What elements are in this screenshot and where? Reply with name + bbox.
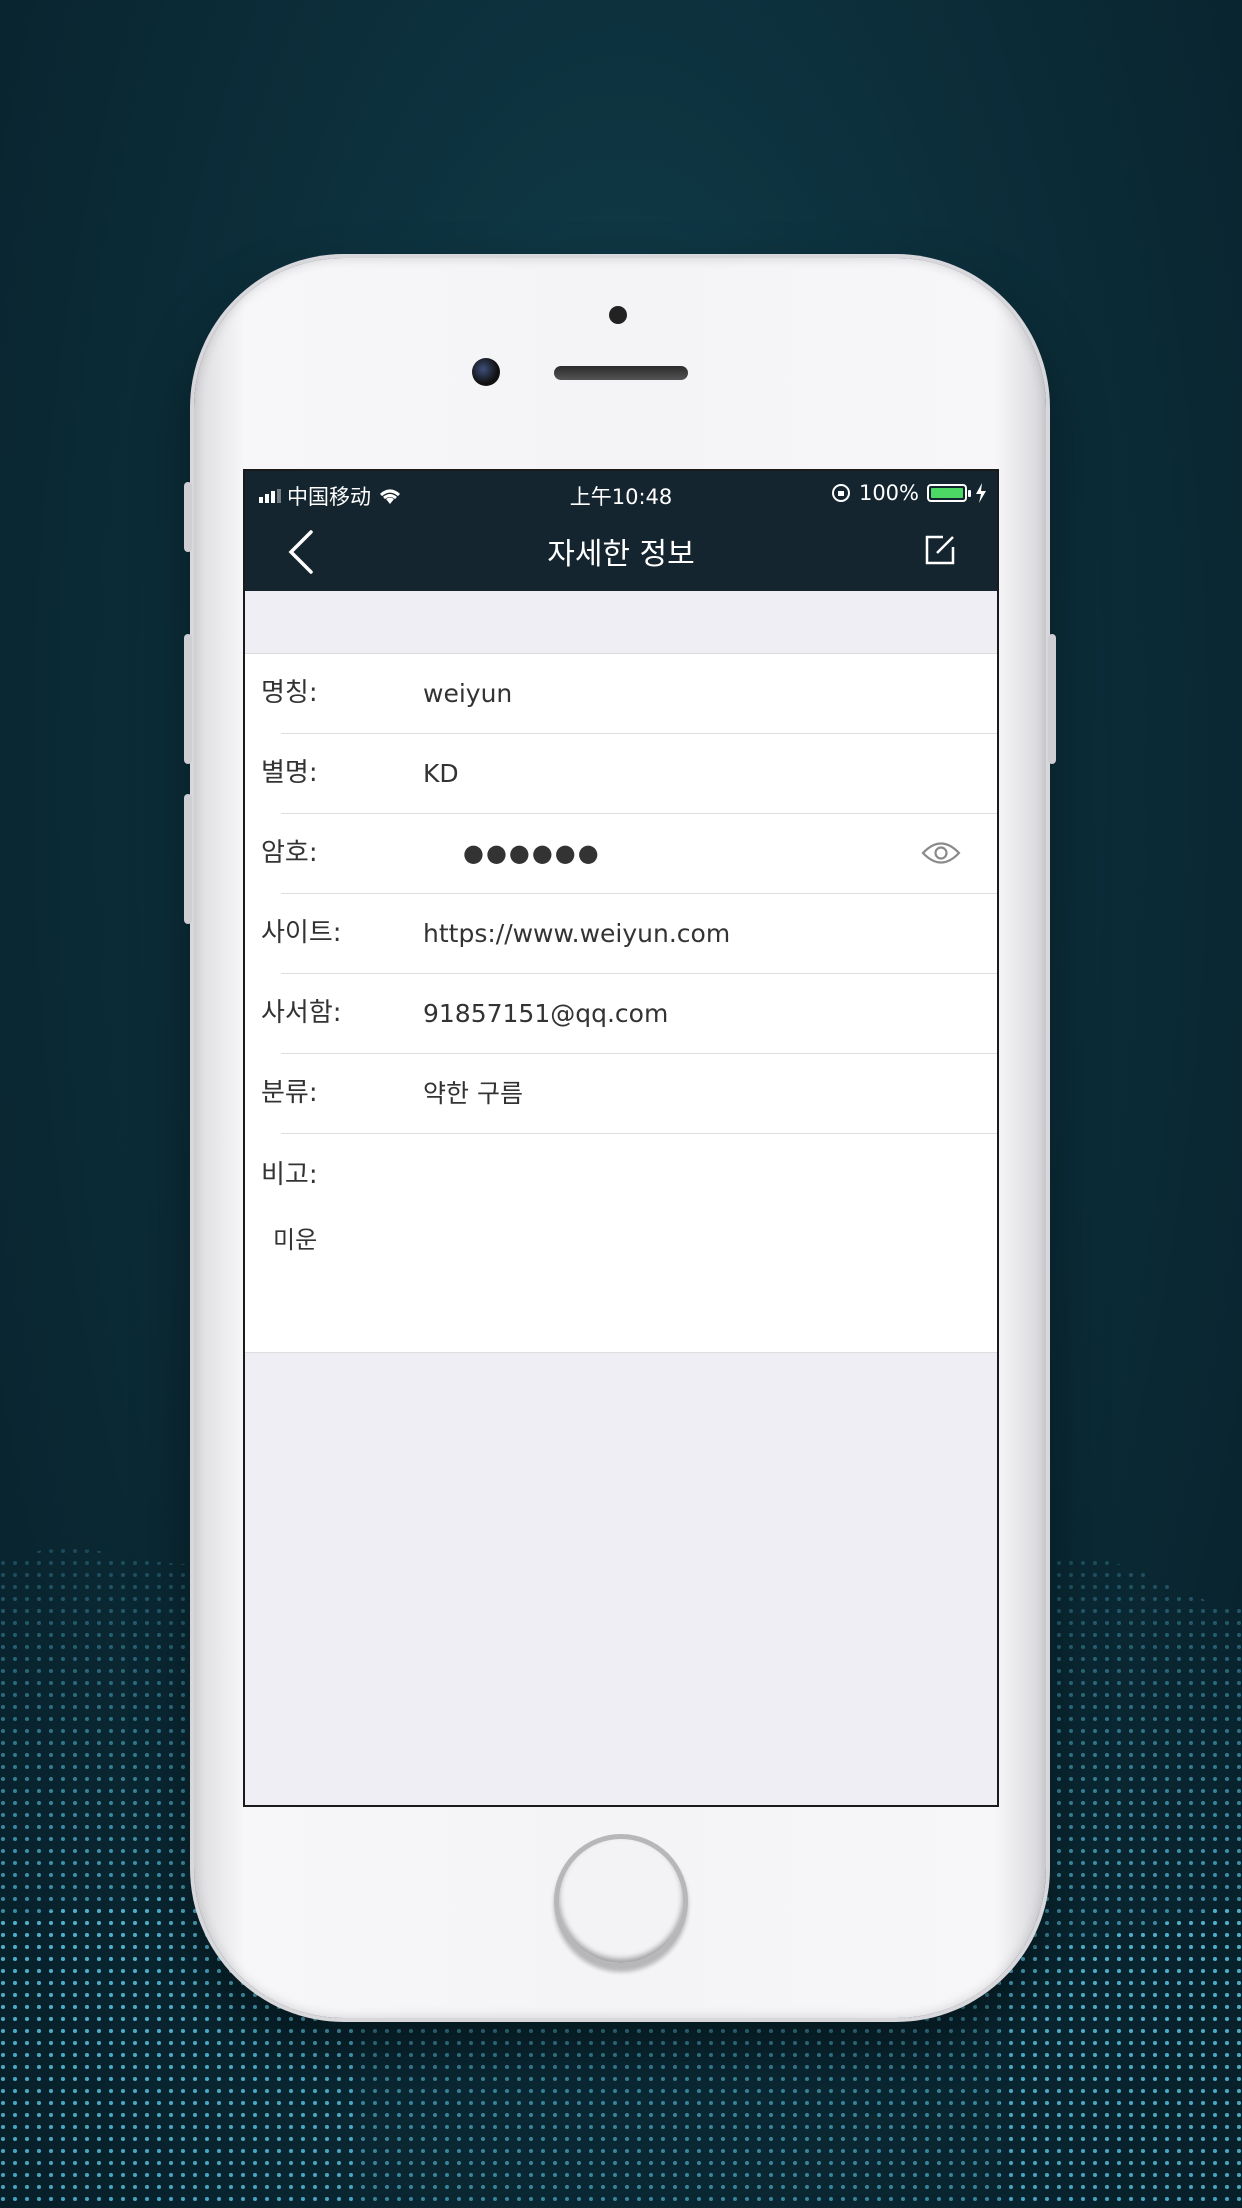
front-camera (472, 358, 500, 386)
site-value[interactable]: https://www.weiyun.com (423, 894, 730, 973)
nickname-value: KD (423, 759, 459, 788)
category-value: 약한 구름 (423, 1079, 523, 1108)
field-row-email: 사서함: 91857151@qq.com (261, 974, 997, 1054)
mute-switch (184, 482, 192, 552)
email-value: 91857151@qq.com (423, 999, 669, 1028)
field-row-name: 명칭: weiyun (261, 654, 997, 734)
power-button (1048, 634, 1056, 764)
category-label: 분류: (261, 1078, 318, 1108)
field-row-site: 사이트: https://www.weiyun.com (261, 894, 997, 974)
detail-list: 명칭: weiyun 별명: KD 암호: ●●●●●● 사이트: https:… (245, 654, 997, 1353)
navigation-bar: 中国移动 上午10:48 100% 자세한 정보 (245, 471, 997, 591)
proximity-sensor (609, 306, 627, 324)
field-row-category: 분류: 약한 구름 (261, 1054, 997, 1134)
field-row-nickname: 별명: KD (261, 734, 997, 814)
name-value: weiyun (423, 679, 513, 708)
battery-percent: 100% (858, 481, 919, 505)
status-bar: 中国移动 上午10:48 100% (245, 471, 997, 515)
volume-down-button (184, 794, 192, 924)
notes-section: 비고: 미운 (245, 1134, 997, 1353)
name-label: 명칭: (261, 678, 318, 708)
orientation-lock-icon (831, 484, 850, 502)
notes-label: 비고: (261, 1160, 318, 1190)
phone-screen: 中国移动 上午10:48 100% 자세한 정보 명칭: weiyun 별명: … (243, 469, 999, 1807)
page-title: 자세한 정보 (547, 537, 695, 572)
home-button[interactable] (554, 1834, 688, 1968)
notes-value: 미운 (273, 1226, 318, 1254)
password-value: ●●●●●● (463, 839, 601, 867)
field-row-password: 암호: ●●●●●● (261, 814, 997, 894)
eye-icon[interactable] (921, 840, 961, 866)
password-label: 암호: (261, 838, 318, 868)
email-label: 사서함: (261, 998, 342, 1028)
site-label: 사이트: (261, 918, 342, 948)
volume-up-button (184, 634, 192, 764)
earpiece-speaker (554, 366, 688, 380)
nickname-label: 별명: (261, 758, 318, 788)
edit-icon[interactable] (923, 533, 957, 567)
section-spacer (245, 591, 997, 654)
charging-icon (976, 483, 986, 503)
battery-icon (927, 484, 971, 502)
